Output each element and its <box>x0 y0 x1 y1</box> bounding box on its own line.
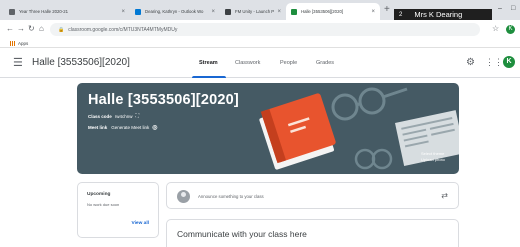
banner-actions: Select theme Upload photo <box>421 151 445 163</box>
banner-class-title: Halle [3553506][2020] <box>88 92 239 108</box>
reload-icon[interactable]: ↻ <box>28 24 35 33</box>
class-code-row: Class code rw4chnw ⛶ <box>88 113 139 119</box>
tab-favicon-icon <box>9 8 15 15</box>
tab-close-icon[interactable]: × <box>371 9 375 15</box>
repost-icon[interactable]: ⇄ <box>441 191 448 200</box>
upcoming-empty-text: No work due soon <box>87 202 120 207</box>
announce-box[interactable]: Announce something to your class ⇄ <box>166 182 459 209</box>
tab-favicon-icon <box>135 8 141 15</box>
browser-tab-strip: Year Three Halle 2020-21 × Dearing, Kath… <box>0 0 520 20</box>
tab-close-icon[interactable]: × <box>211 9 215 15</box>
meet-link-label: Meet link <box>88 125 108 130</box>
user-chip[interactable]: 2 Mrs K Dearing <box>394 9 492 20</box>
tab-favicon-icon <box>291 8 297 15</box>
upcoming-title: Upcoming <box>87 192 111 197</box>
url-text: classroom.google.com/c/MTU3NTA4MTMyMDUy <box>68 26 178 33</box>
bookmark-apps[interactable]: Apps <box>18 41 28 46</box>
address-bar-row: ← → ↻ ⌂ 🔒 classroom.google.com/c/MTU3NTA… <box>0 20 520 39</box>
bookmark-star-icon[interactable]: ☆ <box>492 24 499 33</box>
gear-icon[interactable]: ⚙ <box>466 57 475 68</box>
upcoming-card: Upcoming No work due soon View all <box>77 182 159 238</box>
upload-photo-link[interactable]: Upload photo <box>421 157 445 163</box>
active-tab-indicator <box>192 76 226 78</box>
user-name: Mrs K Dearing <box>414 10 463 19</box>
communicate-card: Communicate with your class here <box>166 219 459 247</box>
class-code-value: rw4chnw <box>114 113 133 119</box>
forward-icon[interactable]: → <box>17 24 25 33</box>
user-badge: 2 <box>399 11 403 18</box>
apps-grid-icon[interactable]: ⋮⋮ <box>485 57 503 68</box>
tab-classwork[interactable]: Classwork <box>235 60 260 66</box>
meet-link-row: Meet link Generate Meet link ◎ <box>88 124 158 131</box>
maximize-icon[interactable]: □ <box>511 5 515 12</box>
tab-label: Halle [3553506][2020] <box>301 9 344 14</box>
browser-tab[interactable]: FM Unity - Launch Pad × <box>220 3 286 20</box>
tab-grades[interactable]: Grades <box>316 60 334 66</box>
account-avatar[interactable]: K <box>503 56 515 68</box>
class-code-label: Class code <box>88 113 112 119</box>
browser-tab[interactable]: Dearing, Kathryn - Outlook Wo × <box>130 3 220 20</box>
browser-tab-active[interactable]: Halle [3553506][2020] × <box>286 3 380 20</box>
generate-meet-link-button[interactable]: Generate Meet link <box>111 125 149 130</box>
tab-people[interactable]: People <box>280 60 297 66</box>
profile-avatar[interactable]: K <box>506 25 515 34</box>
tab-close-icon[interactable]: × <box>121 9 125 15</box>
new-tab-icon[interactable]: + <box>384 4 390 15</box>
back-icon[interactable]: ← <box>6 24 14 33</box>
lock-icon: 🔒 <box>58 26 65 33</box>
tab-label: FM Unity - Launch Pad <box>235 9 275 14</box>
view-all-button[interactable]: View all <box>131 221 149 226</box>
tab-favicon-icon <box>225 8 231 15</box>
fullscreen-icon[interactable]: ⛶ <box>136 113 140 119</box>
avatar <box>177 190 190 203</box>
home-icon[interactable]: ⌂ <box>39 24 44 33</box>
class-title[interactable]: Halle [3553506][2020] <box>32 57 130 68</box>
tab-label: Dearing, Kathryn - Outlook Wo <box>145 9 204 14</box>
tab-stream[interactable]: Stream <box>199 60 218 66</box>
video-camera-icon[interactable]: ◎ <box>152 124 157 131</box>
minimize-icon[interactable]: – <box>498 5 502 12</box>
url-bar[interactable]: 🔒 classroom.google.com/c/MTU3NTA4MTMyMDU… <box>50 23 480 36</box>
apps-grid-icon[interactable] <box>10 40 15 46</box>
class-banner: Halle [3553506][2020] Class code rw4chnw… <box>77 83 459 174</box>
bookmarks-bar: Apps <box>0 39 520 48</box>
communicate-title: Communicate with your class here <box>177 229 307 239</box>
tab-label: Year Three Halle 2020-21 <box>19 9 68 14</box>
announce-placeholder[interactable]: Announce something to your class <box>198 194 264 199</box>
hamburger-icon[interactable]: ☰ <box>13 56 23 69</box>
browser-tab[interactable]: Year Three Halle 2020-21 × <box>4 3 130 20</box>
tab-close-icon[interactable]: × <box>277 9 281 15</box>
classroom-header: ☰ Halle [3553506][2020] Stream Classwork… <box>0 48 520 78</box>
